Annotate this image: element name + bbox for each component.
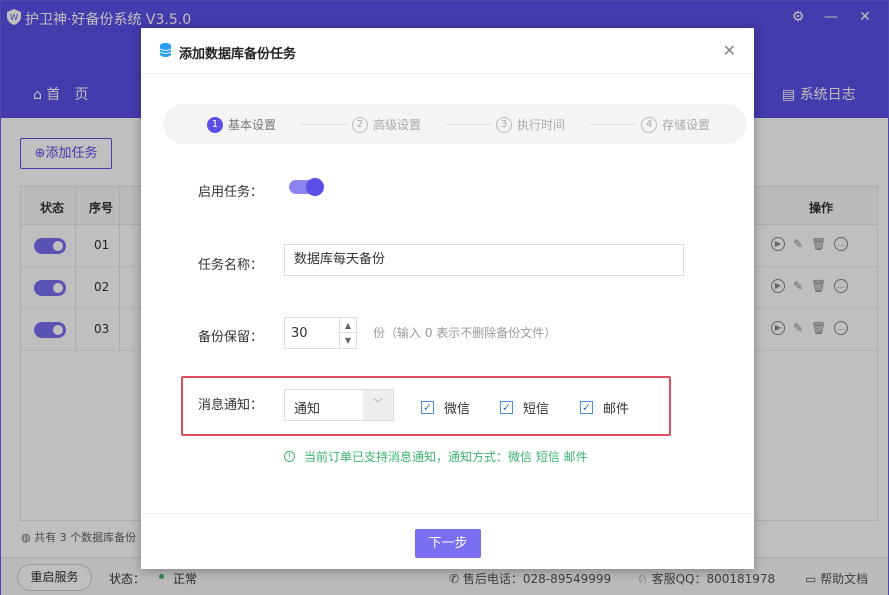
channel-sms-checkbox[interactable]: ✓ 短信 <box>500 398 549 417</box>
backup-keep-label: 备份保留： <box>198 330 264 345</box>
check-icon: ✓ <box>421 401 434 414</box>
channel-wechat-checkbox[interactable]: ✓ 微信 <box>421 398 470 417</box>
chevron-down-icon[interactable]: ▼ <box>340 333 356 348</box>
dialog-footer: 下一步 <box>141 513 754 569</box>
notify-label: 消息通知： <box>198 398 264 413</box>
chevron-up-icon[interactable]: ▲ <box>340 318 356 333</box>
add-backup-dialog: 添加数据库备份任务 ✕ 1 基本设置 2 高级设置 3 执行时间 4 存储设置 启用任务… <box>141 28 754 569</box>
close-icon[interactable]: ✕ <box>723 41 736 60</box>
backup-keep-stepper[interactable]: 30 ▲ ▼ <box>284 317 357 349</box>
step-storage[interactable]: 4 存储设置 <box>641 116 710 133</box>
notify-support-tip: ! 当前订单已支持消息通知，通知方式：微信 短信 邮件 <box>284 448 588 465</box>
enable-task-toggle[interactable] <box>289 178 324 196</box>
database-icon <box>160 43 171 57</box>
check-icon: ✓ <box>580 401 593 414</box>
task-name-label: 任务名称： <box>198 258 264 273</box>
check-icon: ✓ <box>500 401 513 414</box>
step-advanced[interactable]: 2 高级设置 <box>352 116 421 133</box>
step-indicator: 1 基本设置 2 高级设置 3 执行时间 4 存储设置 <box>163 104 747 144</box>
chevron-down-icon: ﹀ <box>363 390 393 420</box>
notify-select-value: 通知 <box>294 402 321 417</box>
enable-task-label: 启用任务： <box>198 185 264 200</box>
info-icon: ! <box>284 451 295 462</box>
backup-keep-hint: 份（输入 0 表示不删除备份文件） <box>373 326 557 340</box>
channel-email-checkbox[interactable]: ✓ 邮件 <box>580 398 629 417</box>
backup-keep-value: 30 <box>291 326 308 341</box>
notify-select[interactable]: 通知 ﹀ <box>284 389 394 421</box>
step-schedule[interactable]: 3 执行时间 <box>496 116 565 133</box>
step-basic[interactable]: 1 基本设置 <box>207 116 276 133</box>
dialog-header: 添加数据库备份任务 ✕ <box>141 28 754 74</box>
task-name-input[interactable]: 数据库每天备份 <box>284 244 684 276</box>
next-step-button[interactable]: 下一步 <box>415 529 481 558</box>
dialog-title: 添加数据库备份任务 <box>179 47 297 62</box>
